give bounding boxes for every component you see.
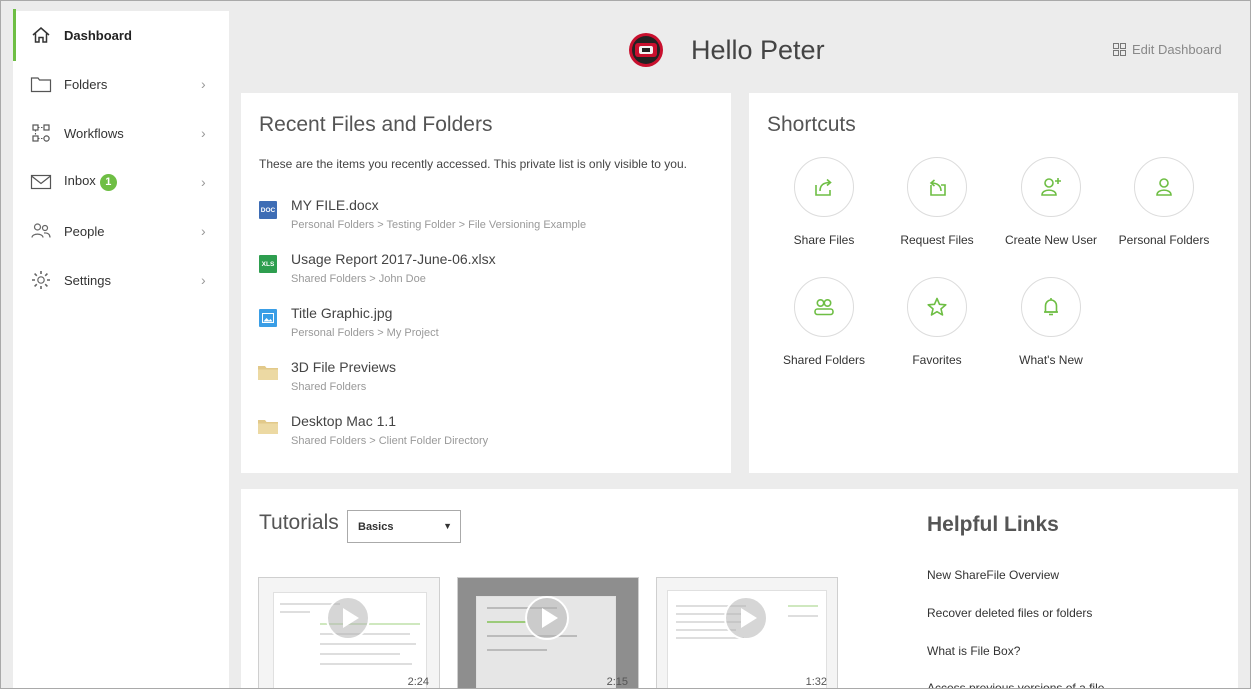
helpful-link[interactable]: New ShareFile Overview [927, 568, 1059, 582]
xls-file-icon: XLS [259, 255, 277, 273]
workflow-icon [29, 121, 53, 145]
file-path: Personal Folders > My Project [291, 327, 439, 339]
helpful-link[interactable]: What is File Box? [927, 644, 1020, 658]
dropdown-arrow-icon: ▼ [443, 521, 452, 531]
chevron-right-icon: › [201, 272, 206, 288]
request-files-shortcut[interactable]: Request Files [877, 157, 997, 257]
create-new-user-shortcut[interactable]: Create New User [991, 157, 1111, 257]
sidebar-item-people[interactable]: People › [13, 211, 229, 251]
recent-files-title: Recent Files and Folders [259, 113, 493, 136]
shortcut-label: Share Files [793, 233, 855, 247]
share-files-shortcut[interactable]: Share Files [764, 157, 884, 257]
home-icon [29, 23, 53, 47]
request-icon [907, 157, 967, 217]
recent-files-card: Recent Files and Folders These are the i… [241, 93, 731, 473]
folder-name: 3D File Previews [291, 359, 397, 375]
shortcut-label: Create New User [1004, 233, 1098, 247]
chevron-right-icon: › [201, 125, 206, 141]
edit-dashboard-label: Edit Dashboard [1132, 42, 1222, 57]
file-name: Usage Report 2017-June-06.xlsx [291, 251, 496, 267]
helpful-link[interactable]: Access previous versions of a file [927, 681, 1104, 688]
shared-folders-shortcut[interactable]: Shared Folders [764, 277, 884, 377]
video-duration: 2:15 [606, 676, 628, 688]
folder-icon [257, 417, 279, 435]
whats-new-shortcut[interactable]: What's New [991, 277, 1111, 377]
shortcut-label: Request Files [900, 233, 974, 247]
folder-icon [257, 363, 279, 381]
greeting-title: Hello Peter [691, 35, 825, 65]
share-icon [794, 157, 854, 217]
mail-icon [29, 170, 53, 194]
avatar[interactable] [628, 32, 664, 68]
add-user-icon [1021, 157, 1081, 217]
sidebar-item-dashboard[interactable]: Dashboard [13, 9, 229, 61]
sidebar-item-label: Inbox [64, 173, 96, 189]
sidebar-item-label: Dashboard [64, 27, 132, 43]
sidebar-item-workflows[interactable]: Workflows › [13, 113, 229, 153]
recent-file-item[interactable]: DOC MY FILE.docx Personal Folders > Test… [259, 195, 719, 239]
sidebar-item-settings[interactable]: Settings › [13, 260, 229, 300]
shortcut-label: What's New [1019, 353, 1083, 367]
select-value: Basics [358, 521, 394, 533]
tutorials-title: Tutorials [259, 511, 339, 534]
folder-path: Shared Folders > Client Folder Directory [291, 435, 489, 447]
unread-count-badge: 1 [99, 173, 117, 191]
shortcuts-card: Shortcuts Share Files Request Files Crea… [749, 93, 1238, 473]
recent-folder-item[interactable]: Desktop Mac 1.1 Shared Folders > Client … [257, 411, 719, 455]
video-duration: 1:32 [805, 676, 827, 688]
edit-dashboard-button[interactable]: Edit Dashboard [1113, 42, 1222, 57]
video-duration: 2:24 [407, 676, 429, 688]
shortcut-label: Personal Folders [1118, 233, 1210, 247]
folder-icon [29, 72, 53, 96]
chevron-right-icon: › [201, 76, 206, 92]
recent-folder-item[interactable]: 3D File Previews Shared Folders [257, 357, 719, 401]
users-icon [794, 277, 854, 337]
file-path: Shared Folders > John Doe [291, 273, 426, 285]
people-icon [29, 219, 53, 243]
chevron-right-icon: › [201, 223, 206, 239]
star-icon [907, 277, 967, 337]
recent-files-description: These are the items you recently accesse… [259, 157, 687, 171]
sidebar-item-inbox[interactable]: Inbox 1 › [13, 162, 229, 202]
sidebar-item-label: People [64, 223, 105, 239]
shortcut-label: Favorites [912, 353, 962, 367]
user-icon [1134, 157, 1194, 217]
favorites-shortcut[interactable]: Favorites [877, 277, 997, 377]
tutorial-video[interactable]: 1:32 [656, 577, 838, 688]
image-file-icon [259, 309, 277, 327]
folder-name: Desktop Mac 1.1 [291, 413, 397, 429]
chevron-right-icon: › [201, 174, 206, 190]
file-path: Personal Folders > Testing Folder > File… [291, 219, 587, 231]
tutorial-category-select[interactable]: Basics ▼ [347, 510, 461, 543]
file-name: MY FILE.docx [291, 197, 379, 213]
dashboard-header: Hello Peter Edit Dashboard [229, 11, 1250, 91]
play-icon [525, 596, 569, 640]
app-window: Dashboard Folders › Workflows › Inbox 1 › [0, 0, 1251, 689]
helpful-links-title: Helpful Links [927, 513, 1059, 536]
play-icon [326, 596, 370, 640]
recent-file-item[interactable]: Title Graphic.jpg Personal Folders > My … [259, 303, 719, 347]
shortcut-label: Shared Folders [782, 353, 866, 367]
recent-file-item[interactable]: XLS Usage Report 2017-June-06.xlsx Share… [259, 249, 719, 293]
doc-file-icon: DOC [259, 201, 277, 219]
folder-path: Shared Folders [291, 381, 367, 393]
sidebar-item-folders[interactable]: Folders › [13, 64, 229, 104]
file-name: Title Graphic.jpg [291, 305, 393, 321]
tutorial-video[interactable]: 2:15 [457, 577, 639, 688]
sidebar-item-label: Settings [64, 272, 111, 288]
bell-icon [1021, 277, 1081, 337]
sidebar-item-label: Folders [64, 76, 108, 92]
grid-icon [1113, 43, 1126, 56]
tutorial-video[interactable]: 2:24 [258, 577, 440, 688]
play-icon [724, 596, 768, 640]
sidebar: Dashboard Folders › Workflows › Inbox 1 › [13, 9, 229, 688]
sidebar-item-label: Workflows [64, 125, 124, 141]
shortcuts-title: Shortcuts [767, 113, 856, 136]
personal-folders-shortcut[interactable]: Personal Folders [1104, 157, 1224, 257]
gear-icon [29, 268, 53, 292]
tutorials-card: Tutorials Basics ▼ 2:24 2:15 1:32 Helpfu… [241, 489, 1238, 688]
helpful-link[interactable]: Recover deleted files or folders [927, 606, 1092, 620]
